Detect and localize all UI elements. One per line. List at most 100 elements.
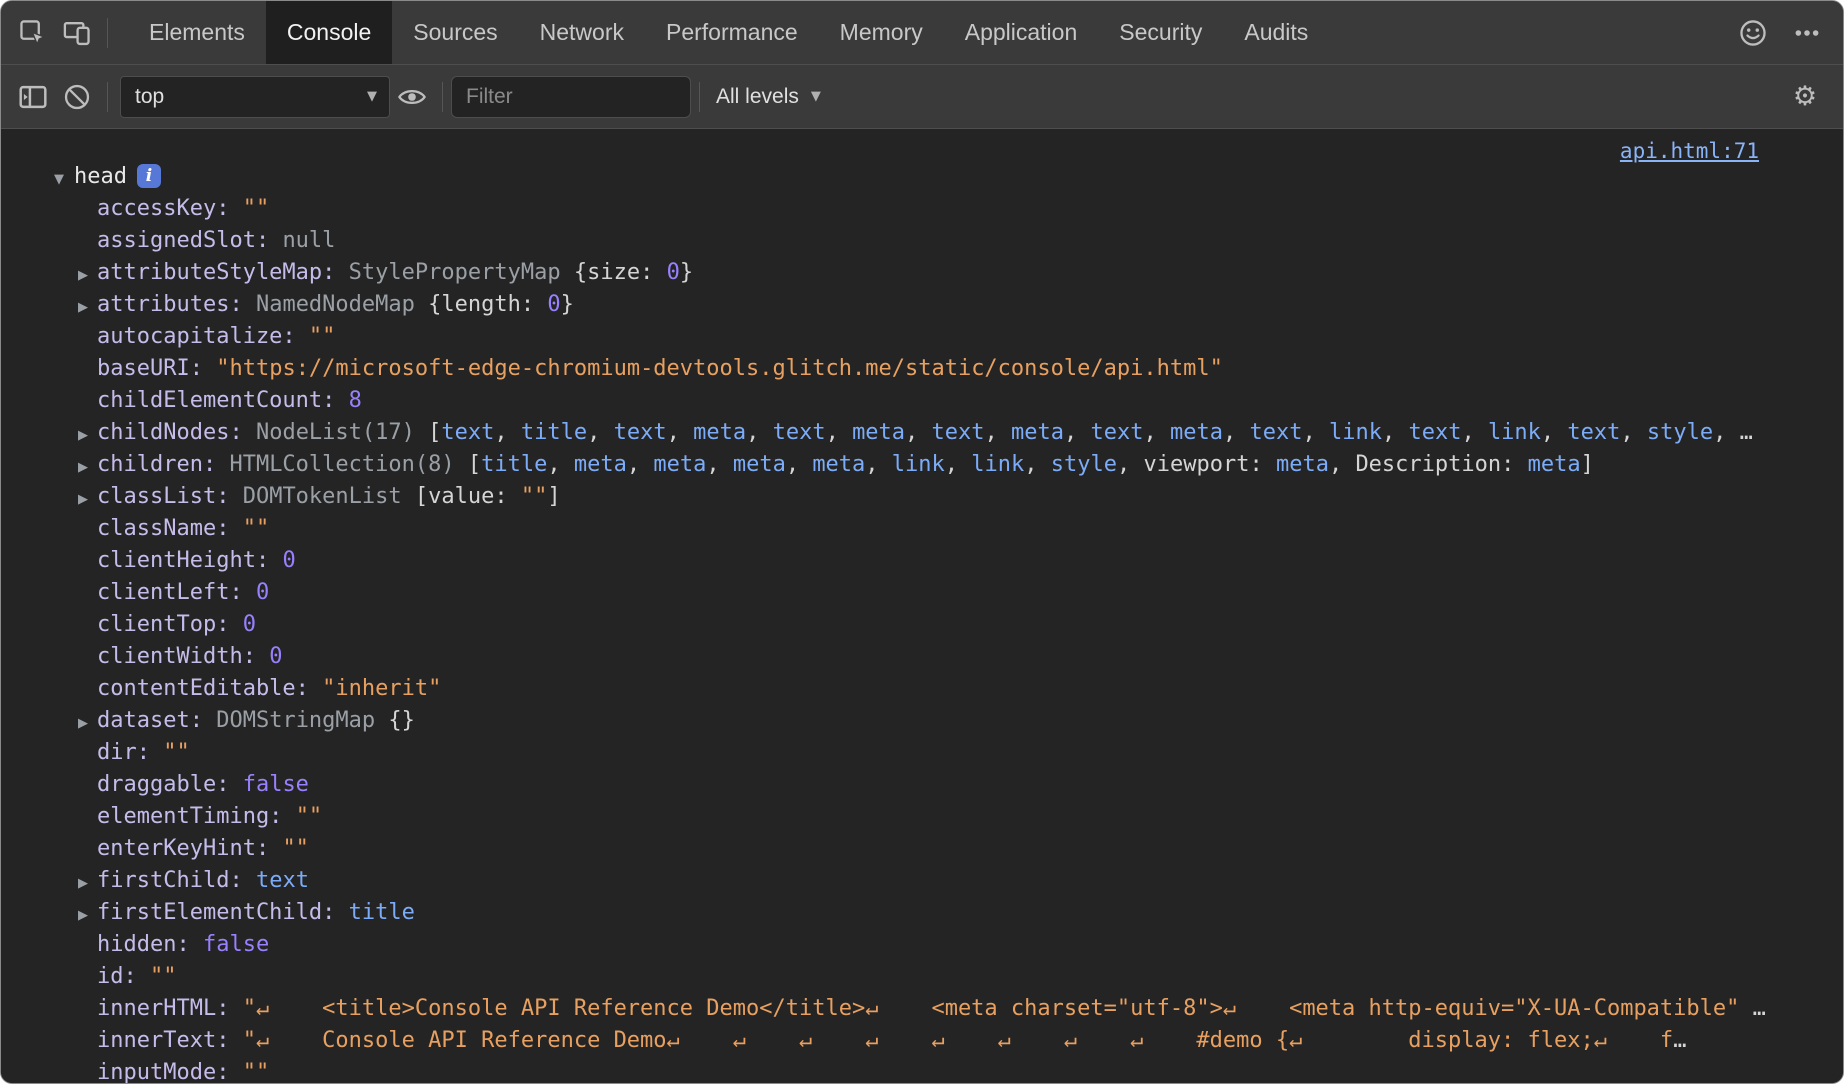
device-toolbar-button[interactable] <box>55 11 99 55</box>
property-value-token: 0 <box>667 260 680 285</box>
expander-icon[interactable]: ▶ <box>78 292 97 324</box>
property-value-token: meta <box>1170 420 1223 445</box>
tab-security[interactable]: Security <box>1098 1 1223 64</box>
property-row-dataset[interactable]: ▶dataset: DOMStringMap {} <box>1 705 1843 737</box>
property-value-token: NodeList(17) <box>256 420 428 445</box>
property-name: assignedSlot: <box>97 228 282 253</box>
property-row-children[interactable]: ▶children: HTMLCollection(8) [title, met… <box>1 449 1843 481</box>
smiley-icon <box>1738 18 1768 48</box>
property-value-token: "↵ <title>Console API Reference Demo</ti… <box>243 996 1753 1021</box>
property-value-token: meta <box>574 452 627 477</box>
property-name: clientLeft: <box>97 580 256 605</box>
property-value-token: "" <box>243 196 270 221</box>
inspect-element-button[interactable] <box>11 11 55 55</box>
property-name: contentEditable: <box>97 676 322 701</box>
tab-performance[interactable]: Performance <box>645 1 819 64</box>
expander-icon[interactable]: ▼ <box>54 164 74 196</box>
tab-elements[interactable]: Elements <box>128 1 266 64</box>
property-row-enterKeyHint: enterKeyHint: "" <box>1 833 1843 865</box>
property-row-childElementCount: childElementCount: 8 <box>1 385 1843 417</box>
expander-icon[interactable]: ▶ <box>78 900 97 932</box>
tab-application[interactable]: Application <box>944 1 1099 64</box>
tab-audits[interactable]: Audits <box>1223 1 1329 64</box>
property-value-token: , <box>706 452 733 477</box>
expander-icon[interactable]: ▶ <box>78 868 97 900</box>
property-value-token: [ <box>428 420 441 445</box>
tab-console[interactable]: Console <box>266 1 392 64</box>
live-expression-button[interactable] <box>390 75 434 119</box>
expander-icon[interactable]: ▶ <box>78 708 97 740</box>
property-row-firstElementChild[interactable]: ▶firstElementChild: title <box>1 897 1843 929</box>
property-row-clientWidth: clientWidth: 0 <box>1 641 1843 673</box>
property-value-token: , <box>1541 420 1568 445</box>
property-value-token: text <box>932 420 985 445</box>
toolbar-divider <box>107 82 108 112</box>
property-value-token: null <box>282 228 335 253</box>
property-value-token: viewport: <box>1144 452 1276 477</box>
expander-icon[interactable]: ▶ <box>78 260 97 292</box>
chevron-down-icon: ▼ <box>811 89 821 104</box>
tab-memory[interactable]: Memory <box>819 1 944 64</box>
expander-icon[interactable]: ▶ <box>78 452 97 484</box>
feedback-button[interactable] <box>1731 11 1775 55</box>
javascript-context-select[interactable]: top ▼ <box>120 76 390 118</box>
property-value-token: NamedNodeMap <box>256 292 428 317</box>
property-value-token: … <box>1673 1028 1686 1053</box>
console-sidebar-button[interactable] <box>11 75 55 119</box>
more-options-button[interactable] <box>1785 11 1829 55</box>
property-value-token: , <box>494 420 521 445</box>
property-name: childNodes: <box>97 420 256 445</box>
property-row-firstChild[interactable]: ▶firstChild: text <box>1 865 1843 897</box>
property-value-token: , <box>547 452 574 477</box>
property-name: classList: <box>97 484 243 509</box>
property-value-token: meta <box>1011 420 1064 445</box>
object-name: head <box>74 164 127 189</box>
context-select-value: top <box>135 85 164 109</box>
log-levels-select[interactable]: All levels ▼ <box>708 85 829 109</box>
property-value-token: meta <box>1276 452 1329 477</box>
tab-network[interactable]: Network <box>519 1 645 64</box>
settings-button[interactable]: ⚙ <box>1783 75 1827 119</box>
property-value-token: "" <box>521 484 548 509</box>
clear-console-button[interactable] <box>55 75 99 119</box>
source-location-link[interactable]: api.html:71 <box>1620 139 1759 163</box>
expander-icon[interactable]: ▶ <box>78 484 97 516</box>
property-value-token: … <box>1740 420 1753 445</box>
property-value-token: style <box>1051 452 1117 477</box>
expander-icon[interactable]: ▶ <box>78 420 97 452</box>
property-row-classList[interactable]: ▶classList: DOMTokenList [value: ""] <box>1 481 1843 513</box>
property-name: inputMode: <box>97 1060 243 1083</box>
property-name: clientHeight: <box>97 548 282 573</box>
property-value-token: meta <box>1528 452 1581 477</box>
property-value-token: , <box>1117 452 1144 477</box>
property-name: autocapitalize: <box>97 324 309 349</box>
property-value-token: text <box>1091 420 1144 445</box>
filter-input[interactable] <box>451 76 691 118</box>
property-name: draggable: <box>97 772 243 797</box>
property-value-token: } <box>680 260 693 285</box>
property-value-token: , <box>826 420 853 445</box>
property-value-token: , <box>945 452 972 477</box>
property-value-token: {} <box>388 708 415 733</box>
property-row-attributes[interactable]: ▶attributes: NamedNodeMap {length: 0} <box>1 289 1843 321</box>
property-value-token: 0 <box>243 612 256 637</box>
object-root-row[interactable]: ▼headi <box>1 161 1843 193</box>
property-value-token: , <box>1024 452 1051 477</box>
property-value-token: "" <box>282 836 309 861</box>
property-value-token: style <box>1647 420 1713 445</box>
property-value-token: "" <box>309 324 336 349</box>
property-name: baseURI: <box>97 356 216 381</box>
property-value-token: , <box>1329 452 1356 477</box>
property-value-token: {size: <box>574 260 667 285</box>
property-row-childNodes[interactable]: ▶childNodes: NodeList(17) [text, title, … <box>1 417 1843 449</box>
property-value-token: title <box>349 900 415 925</box>
property-row-autocapitalize: autocapitalize: "" <box>1 321 1843 353</box>
console-toolbar-right: ⚙ <box>1783 75 1827 119</box>
tab-sources[interactable]: Sources <box>392 1 518 64</box>
property-row-attributeStyleMap[interactable]: ▶attributeStyleMap: StylePropertyMap {si… <box>1 257 1843 289</box>
property-value-token: , <box>1620 420 1647 445</box>
property-value-token: text <box>614 420 667 445</box>
property-value-token: meta <box>733 452 786 477</box>
property-value-token: ] <box>1581 452 1594 477</box>
main-toolbar-right <box>1731 11 1829 55</box>
